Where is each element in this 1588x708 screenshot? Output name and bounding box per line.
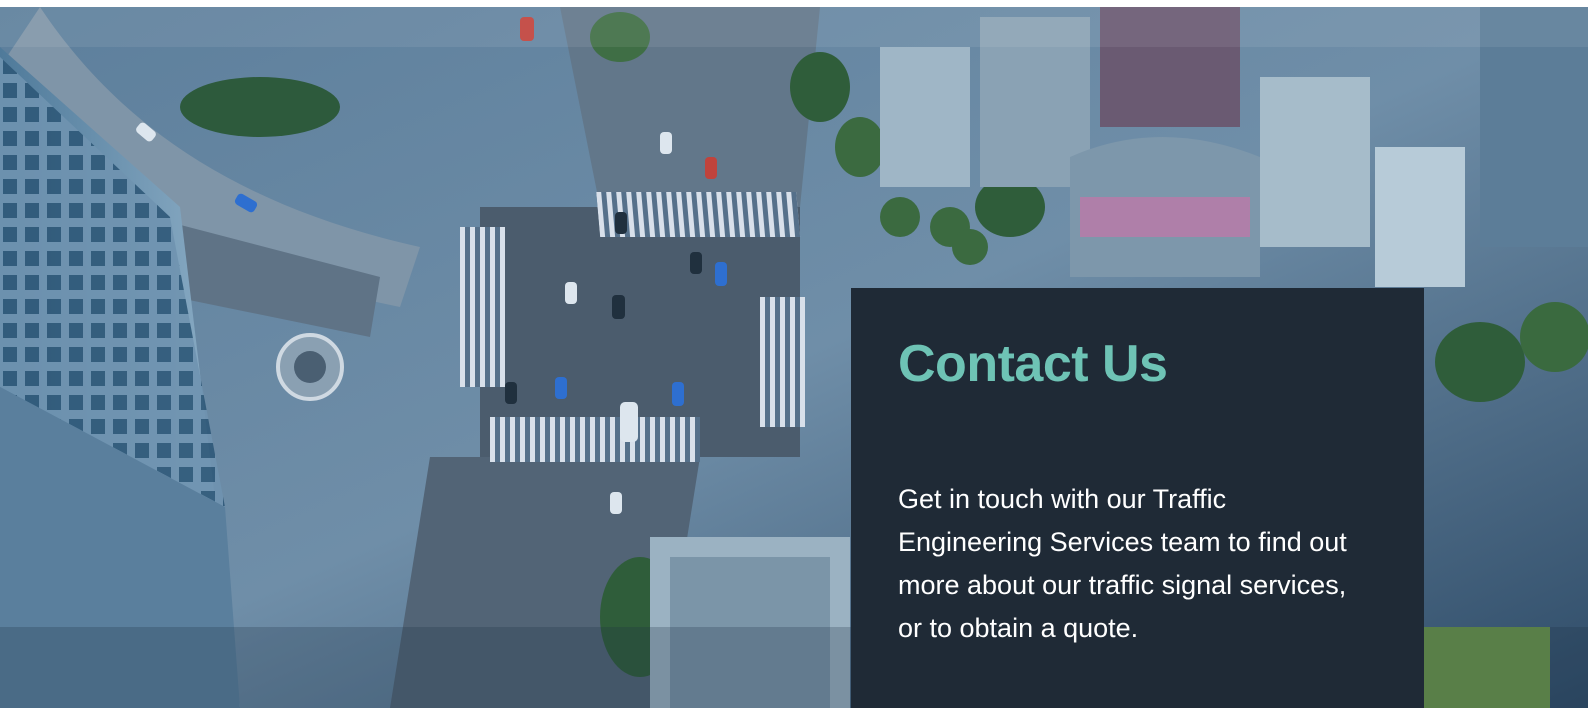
contact-description: Get in touch with our Traffic Engineerin… [898,484,1347,643]
contact-card: Contact Us Get in touch with our Traffic… [851,288,1424,708]
contact-title: Contact Us [898,335,1168,393]
